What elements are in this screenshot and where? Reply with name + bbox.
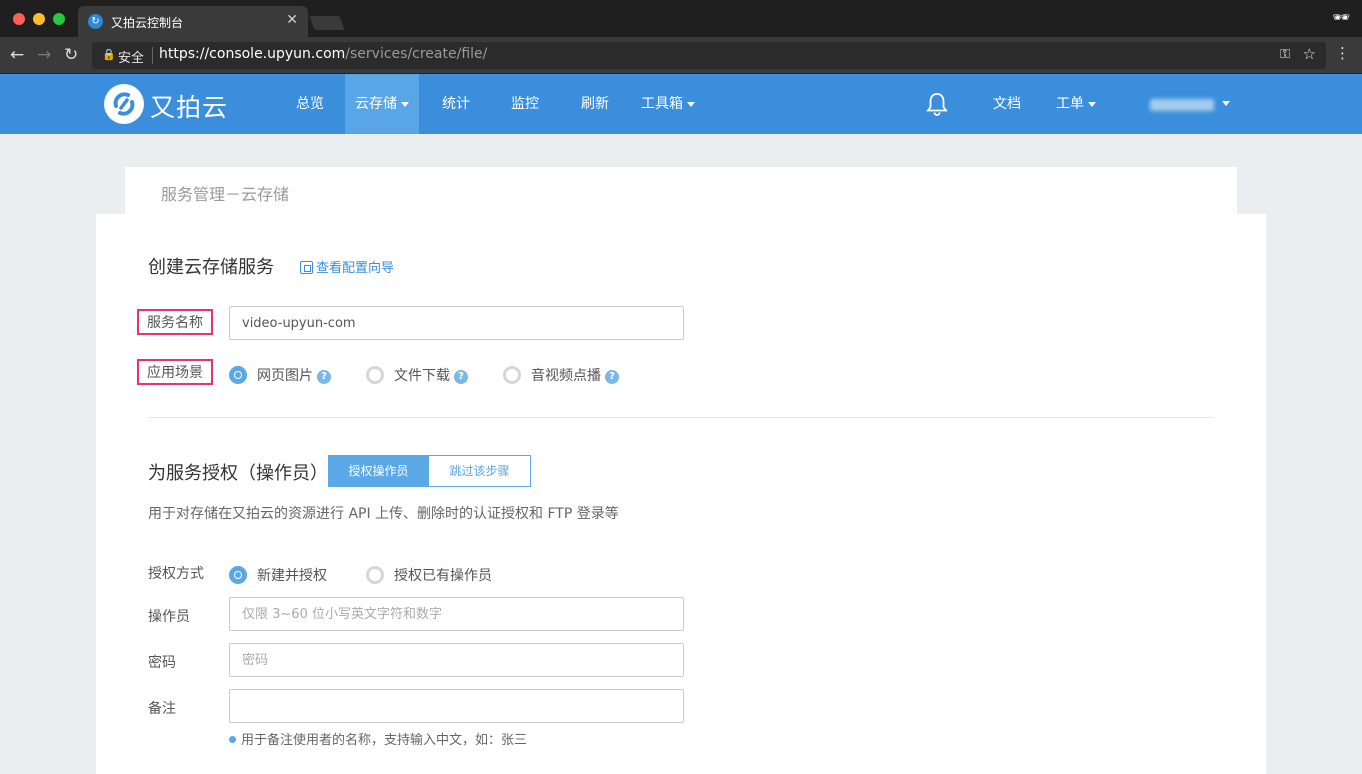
bell-icon[interactable] — [926, 92, 948, 116]
incognito-icon: 🕶 — [1332, 10, 1350, 26]
skip-step-button[interactable]: 跳过该步骤 — [428, 455, 531, 487]
chevron-down-icon — [687, 101, 695, 107]
nav-toolbox[interactable]: 工具箱 — [641, 74, 695, 134]
nav-cloud-storage[interactable]: 云存储 — [345, 74, 419, 134]
app-header: 又拍云 总览 云存储 统计 监控 刷新 工具箱 文档 工单 — [0, 74, 1362, 134]
forward-arrow-icon[interactable]: → — [37, 45, 51, 65]
back-arrow-icon[interactable]: ← — [10, 45, 24, 65]
help-icon[interactable]: ? — [317, 370, 331, 384]
service-name-label: 服务名称 — [137, 309, 213, 335]
scenario-label-video-on-demand: 音视频点播 — [531, 368, 601, 384]
upyun-favicon-icon: ↻ — [88, 14, 103, 29]
service-name-input[interactable] — [229, 306, 684, 340]
breadcrumb: 服务管理－云存储 — [161, 185, 290, 204]
section-divider — [148, 417, 1214, 418]
auth-method-radio-existing[interactable]: 授权已有操作员 — [366, 565, 492, 585]
nav-toolbox-label: 工具箱 — [641, 96, 683, 112]
browser-tab-bar: ↻ 又拍云控制台 ✕ 🕶 — [0, 0, 1362, 37]
help-icon[interactable]: ? — [454, 370, 468, 384]
key-icon[interactable]: ⚿ — [1280, 47, 1290, 62]
authorize-description: 用于对存储在又拍云的资源进行 API 上传、删除时的认证授权和 FTP 登录等 — [148, 506, 619, 522]
guide-icon — [300, 261, 313, 274]
nav-monitor[interactable]: 监控 — [511, 74, 539, 134]
nav-docs[interactable]: 文档 — [993, 74, 1021, 134]
url-path: /services/create/file/ — [345, 46, 488, 62]
nav-cloud-storage-label: 云存储 — [355, 96, 397, 112]
chevron-down-icon — [1088, 101, 1096, 107]
nav-overview[interactable]: 总览 — [296, 74, 324, 134]
lock-icon: 🔒 — [102, 48, 116, 61]
scenario-radio-file-download[interactable]: 文件下载? — [366, 365, 468, 385]
url-text: https://console.upyun.com/services/creat… — [159, 46, 487, 62]
radio-selected-icon — [229, 566, 247, 584]
auth-method-radio-new[interactable]: 新建并授权 — [229, 565, 327, 585]
operator-input[interactable] — [229, 597, 684, 631]
scenario-label-web-images: 网页图片 — [257, 368, 313, 384]
minimize-window-button[interactable] — [33, 13, 45, 25]
tab-title: 又拍云控制台 — [111, 16, 184, 30]
operator-label: 操作员 — [148, 609, 190, 625]
bookmark-star-icon[interactable]: ☆ — [1303, 45, 1316, 63]
scenario-radio-web-images[interactable]: 网页图片? — [229, 365, 331, 385]
address-bar[interactable]: 🔒 安全 https://console.upyun.com/services/… — [92, 42, 1326, 69]
radio-selected-icon — [229, 366, 247, 384]
browser-menu-icon[interactable]: ⋮ — [1335, 44, 1350, 62]
config-guide-link[interactable]: 查看配置向导 — [300, 257, 394, 276]
remark-input[interactable] — [229, 689, 684, 723]
omnibox-divider — [152, 47, 153, 64]
auth-method-label: 授权方式 — [148, 566, 204, 582]
nav-refresh[interactable]: 刷新 — [581, 74, 609, 134]
browser-toolbar: ← → ↻ 🔒 安全 https://console.upyun.com/ser… — [0, 37, 1362, 74]
url-host: https://console.upyun.com — [159, 46, 346, 62]
nav-statistics[interactable]: 统计 — [442, 74, 470, 134]
remark-label: 备注 — [148, 701, 176, 717]
auth-method-existing-label: 授权已有操作员 — [394, 568, 492, 584]
password-label: 密码 — [148, 655, 176, 671]
close-window-button[interactable] — [13, 13, 25, 25]
secure-label: 安全 — [118, 51, 145, 66]
user-menu-chevron-icon[interactable] — [1222, 101, 1230, 106]
config-guide-label: 查看配置向导 — [316, 261, 395, 276]
scenario-radio-video-on-demand[interactable]: 音视频点播? — [503, 365, 619, 385]
user-account-name[interactable] — [1150, 99, 1214, 111]
new-tab-button[interactable] — [309, 16, 345, 30]
remark-hint: 用于备注使用者的名称，支持输入中文，如：张三 — [229, 729, 527, 748]
help-icon[interactable]: ? — [605, 370, 619, 384]
logo-text[interactable]: 又拍云 — [150, 88, 228, 124]
create-service-title: 创建云存储服务 — [148, 257, 274, 278]
chevron-down-icon — [401, 101, 409, 107]
nav-ticket[interactable]: 工单 — [1056, 74, 1096, 134]
scenario-label: 应用场景 — [137, 359, 213, 385]
radio-unselected-icon — [366, 566, 384, 584]
remark-hint-text: 用于备注使用者的名称，支持输入中文，如：张三 — [241, 733, 528, 748]
scenario-label-file-download: 文件下载 — [394, 368, 450, 384]
tab-close-icon[interactable]: ✕ — [286, 12, 298, 28]
authorize-title: 为服务授权（操作员） — [148, 463, 328, 484]
breadcrumb-card: 服务管理－云存储 — [125, 167, 1237, 215]
radio-unselected-icon — [503, 366, 521, 384]
info-dot-icon — [229, 736, 236, 743]
browser-tab[interactable]: ↻ 又拍云控制台 ✕ — [78, 6, 308, 37]
authorize-operator-button[interactable]: 授权操作员 — [328, 455, 429, 487]
upyun-logo-icon[interactable] — [104, 84, 144, 124]
password-input[interactable] — [229, 643, 684, 677]
maximize-window-button[interactable] — [53, 13, 65, 25]
create-service-panel: 创建云存储服务 查看配置向导 服务名称 应用场景 网页图片? 文件下载? 音视频… — [96, 214, 1266, 774]
radio-unselected-icon — [366, 366, 384, 384]
reload-icon[interactable]: ↻ — [64, 45, 78, 65]
nav-ticket-label: 工单 — [1056, 96, 1084, 112]
auth-method-new-label: 新建并授权 — [257, 568, 327, 584]
